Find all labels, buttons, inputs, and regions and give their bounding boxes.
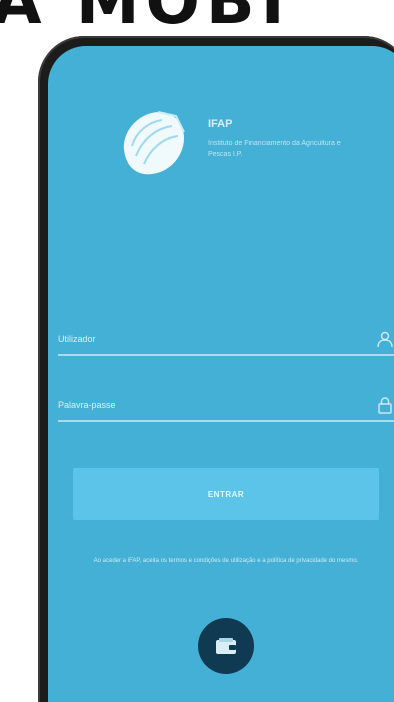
wallet-icon [216,638,236,654]
login-button[interactable]: ENTRAR [73,468,379,520]
ifap-shell-logo-icon [123,111,185,175]
user-icon [377,331,393,348]
page: A MOBI IFAP Instituto de Financiamento d… [0,0,394,702]
lock-icon [378,397,392,414]
password-input[interactable] [58,392,358,418]
app-subtitle: Instituto de Financiamento da Agricultur… [208,140,341,158]
phone-frame: IFAP Instituto de Financiamento da Agric… [38,36,394,702]
app-screen: IFAP Instituto de Financiamento da Agric… [48,46,394,702]
username-field-container [58,326,394,356]
page-headline: A MOBI [0,0,291,39]
wallet-fab-button[interactable] [198,618,254,674]
app-title: IFAP [208,118,233,130]
app-branding: IFAP Instituto de Financiamento da Agric… [208,118,348,160]
username-input[interactable] [58,326,358,352]
password-field-container [58,392,394,422]
terms-footnote: Ao aceder a iFAP, aceita os termos e con… [93,558,359,564]
